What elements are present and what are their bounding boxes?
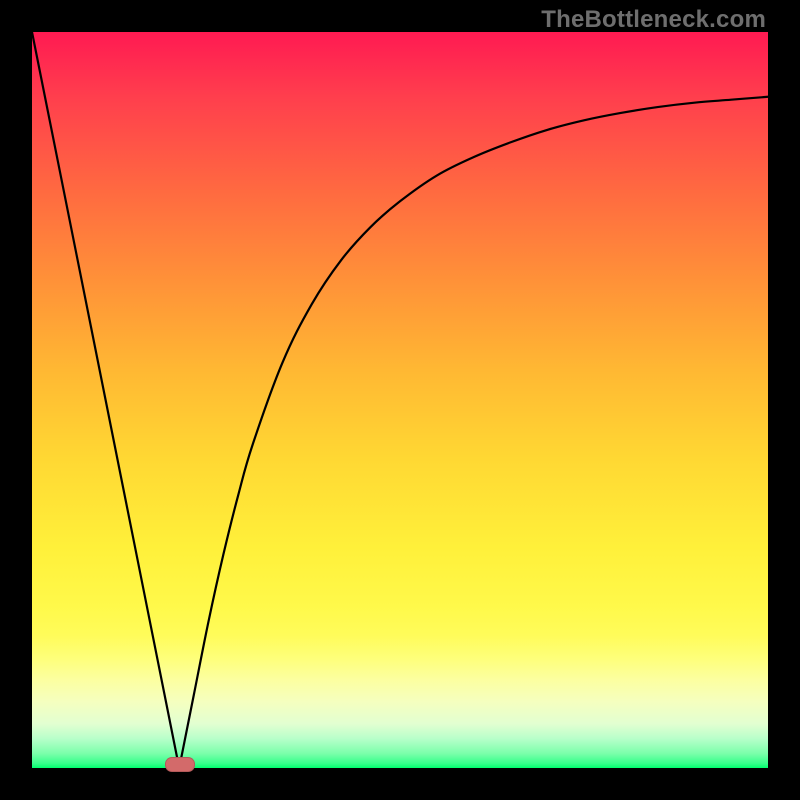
- plot-area: [32, 32, 768, 768]
- minimum-marker: [165, 757, 195, 772]
- chart-frame: TheBottleneck.com: [0, 0, 800, 800]
- bottleneck-curve: [32, 32, 768, 768]
- watermark-text: TheBottleneck.com: [541, 6, 766, 34]
